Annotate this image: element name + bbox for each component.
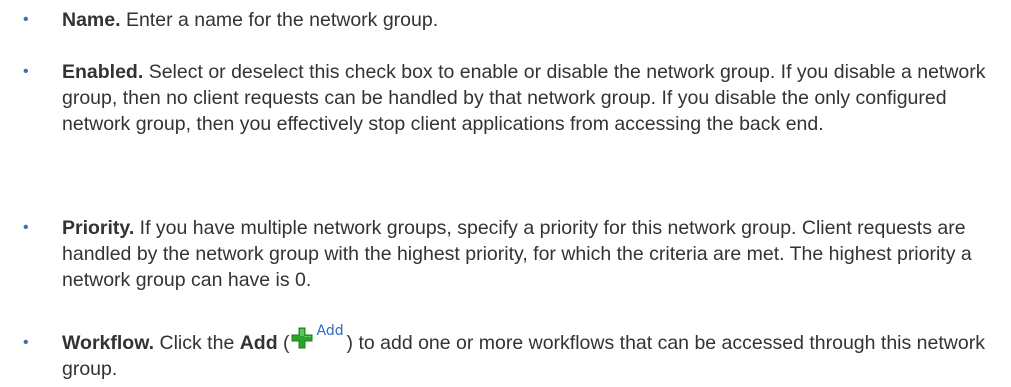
bullet: • [23,63,29,80]
add-button-image: Add [290,323,347,356]
term-name: Name. [62,9,121,31]
description: Enter a name for the network group. [120,9,439,31]
description: Select or deselect this check box to ena… [62,61,986,135]
list-item-text: Workflow. Click the Add (Add) to add one… [62,323,1007,382]
description: If you have multiple network groups, spe… [62,217,972,291]
add-label-bold: Add [239,332,278,354]
bullet: • [23,11,29,28]
list-item-text: Name. Enter a name for the network group… [62,7,1007,33]
term-workflow: Workflow. [62,332,155,354]
bullet: • [23,334,29,351]
add-icon-label: Add [316,323,344,339]
list-item-text: Enabled. Select or deselect this check b… [62,59,1007,137]
green-plus-icon [291,327,313,349]
term-enabled: Enabled. [62,61,144,83]
bullet: • [23,219,29,236]
description-before: Click the [154,332,240,354]
paren-open: ( [277,332,290,354]
term-priority: Priority. [62,217,135,239]
list-item-text: Priority. If you have multiple network g… [62,215,1007,293]
